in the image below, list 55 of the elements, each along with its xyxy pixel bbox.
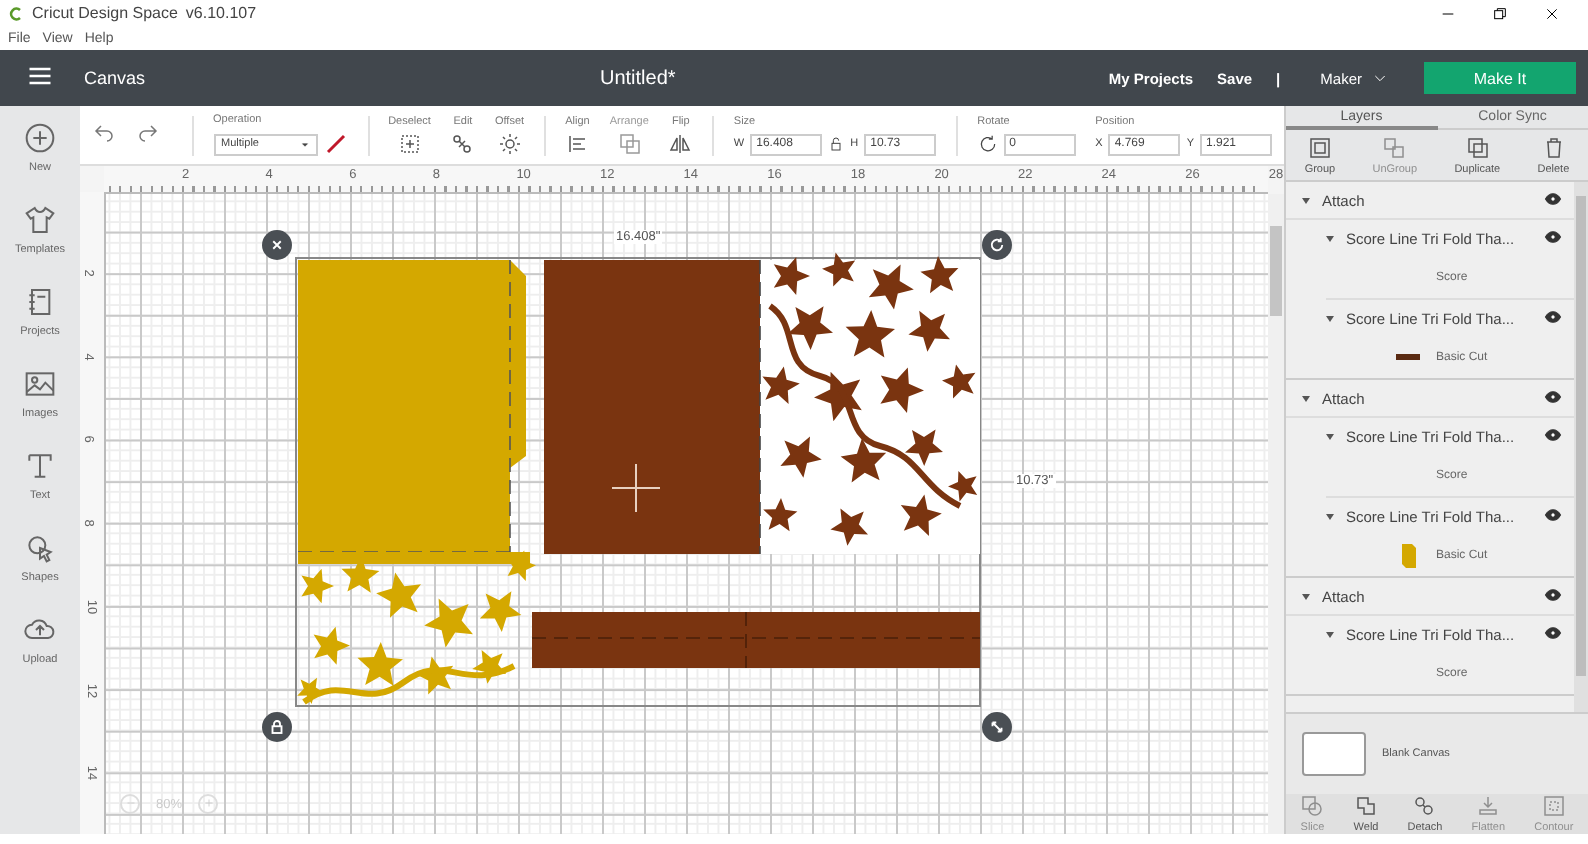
- rotate-icon: [977, 134, 998, 154]
- align-icon: [565, 131, 590, 155]
- image-icon: [23, 368, 56, 400]
- offset-icon: [497, 131, 522, 155]
- redo-icon: [136, 120, 160, 144]
- restore-icon: [1492, 6, 1508, 22]
- flip-icon: [668, 131, 693, 155]
- undo-icon: [92, 120, 116, 144]
- duplicate-icon: [1465, 135, 1490, 159]
- detach-icon: [1412, 794, 1437, 818]
- rotate-icon: [988, 236, 1006, 254]
- text-icon: [24, 450, 56, 482]
- strip-piece[interactable]: [531, 611, 981, 669]
- crosshair-icon: [611, 463, 661, 513]
- color-line-icon: [323, 132, 348, 156]
- lock-icon: [268, 718, 286, 736]
- blank-canvas-swatch[interactable]: [1302, 732, 1366, 776]
- arrange-icon: [617, 131, 642, 155]
- group-icon: [1307, 135, 1332, 159]
- minus-icon: [123, 796, 137, 810]
- eye-icon: [1544, 227, 1562, 245]
- caret-icon: [299, 139, 310, 149]
- scrollbar[interactable]: [1574, 182, 1588, 712]
- eye-icon: [1544, 189, 1562, 207]
- eye-icon: [1544, 585, 1562, 603]
- chevron-down-icon: [1372, 70, 1388, 86]
- ungroup-icon: [1382, 135, 1407, 159]
- section-title: Canvas: [84, 68, 146, 88]
- app-title: Cricut Design Space: [32, 4, 178, 22]
- document-title: Untitled*: [600, 67, 676, 89]
- scissors-icon: [450, 131, 475, 155]
- plus-icon: [24, 122, 56, 154]
- eye-icon: [1544, 307, 1562, 325]
- trash-icon: [1541, 135, 1566, 159]
- plus-icon: [201, 796, 216, 810]
- close-icon: [1544, 6, 1560, 22]
- app-version: v6.10.107: [185, 4, 257, 22]
- shapes-icon: [24, 532, 56, 564]
- shirt-icon: [23, 204, 56, 236]
- eye-icon: [1544, 505, 1562, 523]
- notebook-icon: [24, 286, 56, 318]
- lock-icon: [828, 136, 845, 152]
- contour-icon: [1541, 794, 1566, 818]
- eye-icon: [1544, 623, 1562, 641]
- weld-icon: [1354, 794, 1379, 818]
- deselect-icon: [397, 131, 422, 155]
- slice-icon: [1300, 794, 1325, 818]
- eye-icon: [1544, 387, 1562, 405]
- close-icon: [268, 236, 286, 254]
- app-logo-icon: [8, 5, 24, 21]
- eye-icon: [1544, 425, 1562, 443]
- scrollbar[interactable]: [1268, 194, 1284, 834]
- flatten-icon: [1476, 794, 1501, 818]
- panel-piece[interactable]: [544, 252, 980, 555]
- resize-icon: [988, 718, 1006, 736]
